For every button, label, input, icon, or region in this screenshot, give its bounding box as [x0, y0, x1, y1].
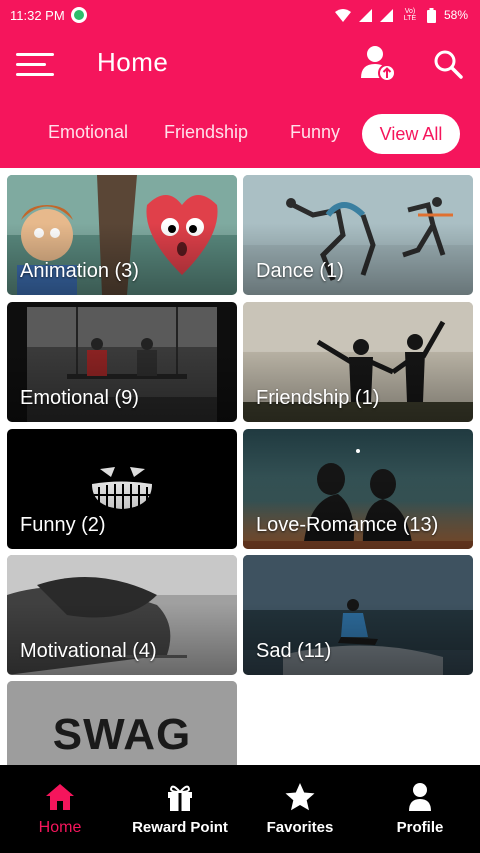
category-card-swag[interactable]: SWAG — [7, 681, 237, 765]
user-upload-icon — [361, 46, 396, 82]
gift-icon — [168, 785, 192, 811]
battery-icon — [426, 7, 436, 23]
star-icon — [285, 783, 315, 811]
category-card-love-romance[interactable]: Love-Romamce (13) — [243, 429, 473, 549]
category-label: Sad (11) — [256, 640, 332, 662]
menu-button[interactable] — [16, 50, 56, 80]
category-card-animation[interactable]: Animation (3) — [7, 175, 237, 295]
category-card-motivational[interactable]: Motivational (4) — [7, 555, 237, 675]
view-all-button[interactable]: View All — [362, 114, 460, 154]
nav-item-home[interactable]: Home — [0, 765, 120, 853]
category-label: Emotional (9) — [20, 387, 139, 409]
user-upload-button[interactable] — [360, 44, 398, 84]
app-bar: Home — [0, 30, 480, 100]
battery-percent: 58% — [443, 8, 468, 22]
swag-thumbnail: SWAG — [7, 681, 237, 765]
search-icon — [434, 50, 463, 79]
category-tabs: Emotional Friendship Funny View All — [0, 100, 480, 168]
search-button[interactable] — [432, 48, 464, 80]
nav-label: Favorites — [266, 819, 334, 836]
signal-icon-2 — [379, 8, 393, 22]
tab-friendship[interactable]: Friendship — [164, 122, 248, 143]
category-card-funny[interactable]: Funny (2) — [7, 429, 237, 549]
signal-icon — [358, 8, 372, 22]
category-label: Funny (2) — [20, 514, 106, 536]
bottom-navigation: Home Reward Point Favorites Profile — [0, 765, 480, 853]
nav-item-profile[interactable]: Profile — [360, 765, 480, 853]
network-type-label: Vo) LTE — [403, 8, 417, 22]
nav-label: Reward Point — [132, 819, 228, 836]
tab-emotional[interactable]: Emotional — [48, 122, 128, 143]
nav-item-favorites[interactable]: Favorites — [240, 765, 360, 853]
person-icon — [409, 783, 431, 811]
status-bar: 11:32 PM Vo) LTE 58% — [0, 0, 480, 30]
category-label: Friendship (1) — [256, 387, 380, 409]
wifi-icon — [334, 8, 351, 22]
category-label: Love-Romamce (13) — [256, 514, 439, 536]
tab-funny[interactable]: Funny — [290, 122, 340, 143]
app-notification-icon — [70, 7, 87, 23]
status-time: 11:32 PM — [10, 7, 65, 23]
category-label: Dance (1) — [256, 260, 344, 282]
category-grid: Animation (3) Dance (1) Emotional (9) Fr… — [0, 168, 480, 765]
swag-text: SWAG — [53, 710, 191, 759]
category-card-emotional[interactable]: Emotional (9) — [7, 302, 237, 422]
category-label: Animation (3) — [20, 260, 139, 282]
category-card-dance[interactable]: Dance (1) — [243, 175, 473, 295]
category-card-friendship[interactable]: Friendship (1) — [243, 302, 473, 422]
page-title: Home — [97, 47, 169, 77]
nav-label: Profile — [396, 819, 444, 836]
home-icon — [46, 784, 74, 810]
nav-label: Home — [38, 819, 82, 836]
category-label: Motivational (4) — [20, 640, 157, 662]
category-card-sad[interactable]: Sad (11) — [243, 555, 473, 675]
nav-item-reward-point[interactable]: Reward Point — [120, 765, 240, 853]
